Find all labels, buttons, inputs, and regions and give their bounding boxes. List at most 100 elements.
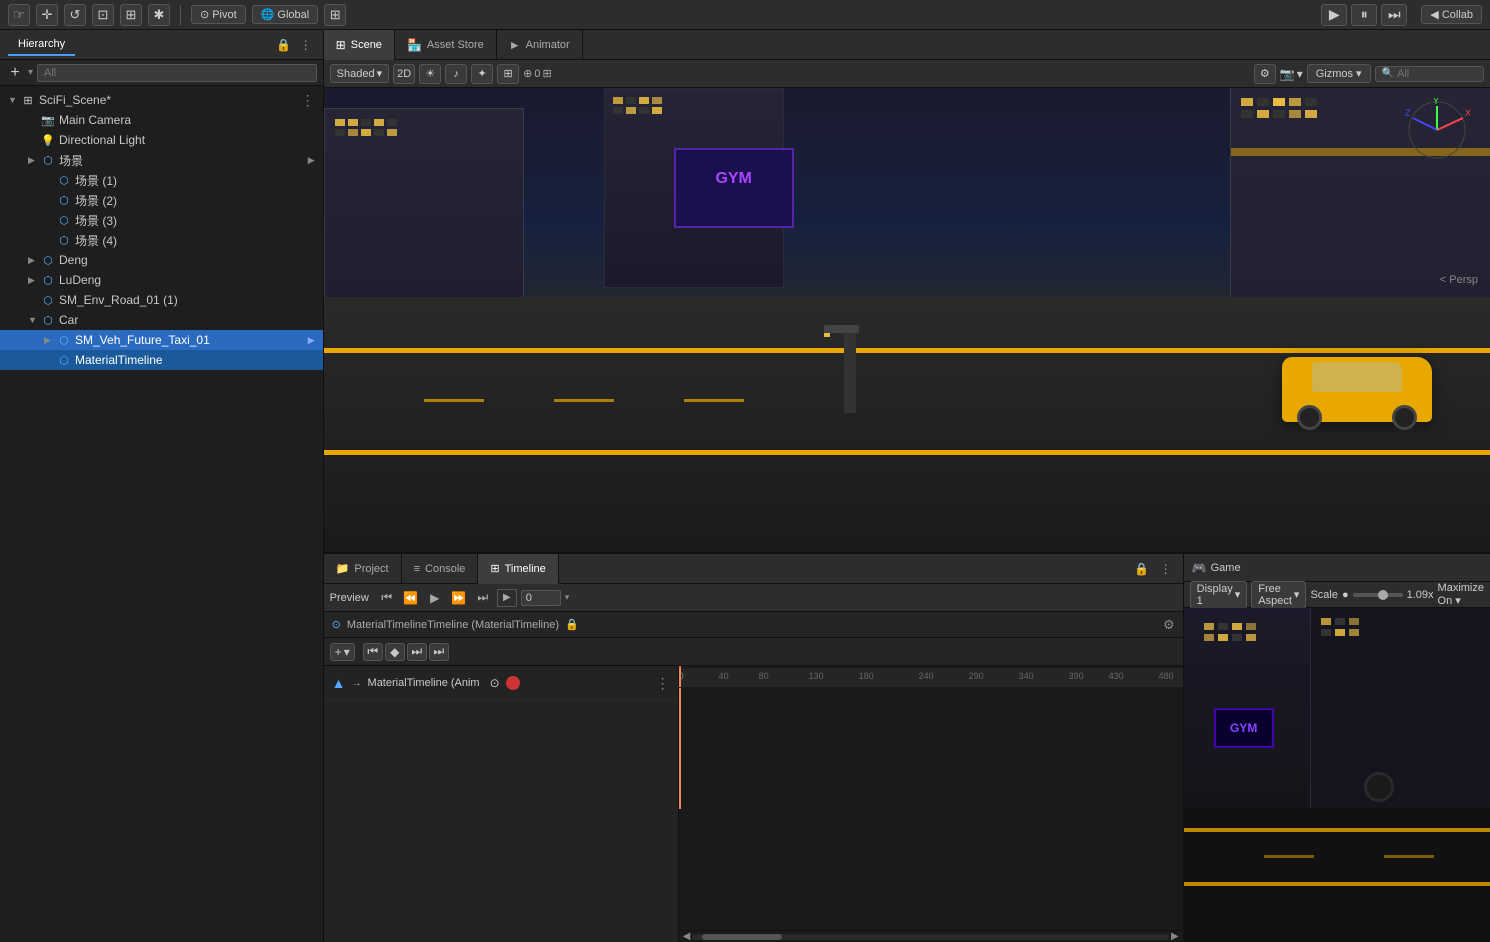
tree-item-scifi-scene[interactable]: ▼ ⊞ SciFi_Scene* ⋮ [0, 90, 323, 110]
gwin [1232, 623, 1242, 630]
tl-scroll-thumb[interactable] [702, 934, 782, 940]
camera-icon-scene: 📷 [1280, 67, 1295, 81]
tree-item-scene-5[interactable]: ▶ ⬡ 场景 (4) [0, 230, 323, 250]
tl-prev-key[interactable]: ⏮ [363, 643, 383, 661]
sm-env-label: SM_Env_Road_01 (1) [59, 293, 315, 307]
timeline-scrollbar[interactable]: ◀ ▶ [679, 930, 1183, 942]
global-button[interactable]: 🌐 Global [252, 5, 319, 24]
pivot-button[interactable]: ⊙ Pivot [191, 5, 246, 24]
tl-dropdown-arrow[interactable]: ▾ [565, 592, 570, 603]
search-icon: 🔍 [1382, 68, 1394, 79]
hierarchy-add-button[interactable]: + [6, 64, 24, 82]
scale-slider[interactable] [1353, 593, 1403, 597]
scale-thumb[interactable] [1378, 590, 1388, 600]
global-icon: 🌐 [261, 8, 275, 21]
display-dropdown[interactable]: Display 1 ▾ [1190, 581, 1248, 609]
grid-tool[interactable]: ⊞ [324, 4, 346, 26]
track-label-mat: ▲ → MaterialTimeline (Anim ⊙ ⋮ [324, 666, 678, 701]
track-record-btn[interactable] [506, 676, 520, 690]
scene-tab[interactable]: ⊞ Scene [324, 30, 395, 60]
track-context-menu[interactable]: ⋮ [656, 675, 670, 692]
project-tab[interactable]: 📁 Project [324, 554, 402, 584]
tree-item-scene-2[interactable]: ▶ ⬡ 场景 (1) [0, 170, 323, 190]
scale-tool[interactable]: ⊡ [92, 4, 114, 26]
transform-tool[interactable]: ✱ [148, 4, 170, 26]
tree-item-sm-env[interactable]: ▶ ⬡ SM_Env_Road_01 (1) [0, 290, 323, 310]
tree-item-car[interactable]: ▼ ⬡ Car [0, 310, 323, 330]
tree-item-scene-4[interactable]: ▶ ⬡ 场景 (3) [0, 210, 323, 230]
tl-scroll-left[interactable]: ◀ [681, 931, 693, 942]
play-button[interactable]: ▶ [1321, 4, 1347, 26]
tl-scroll-track[interactable] [692, 934, 1169, 940]
console-tab[interactable]: ≡ Console [402, 554, 479, 584]
scene-grid-btn[interactable]: ⊞ [497, 64, 519, 84]
scene-search: 🔍 [1375, 66, 1484, 82]
timeline-ruler[interactable]: 0 40 80 130 180 240 290 340 390 430 480 [679, 668, 1183, 688]
tree-item-sm-veh[interactable]: ▶ ⬡ SM_Veh_Future_Taxi_01 ▶ [0, 330, 323, 350]
svg-text:Z: Z [1405, 108, 1411, 118]
tl-next-key[interactable]: ⏭ [407, 643, 427, 661]
filepath-gear-icon[interactable]: ⚙ [1163, 617, 1175, 633]
tl-next-btn[interactable]: ⏩ [449, 589, 469, 607]
scifi-scene-label: SciFi_Scene* [39, 93, 301, 107]
scifi-scene-menu[interactable]: ⋮ [301, 92, 315, 109]
tl-record-mode-btn[interactable]: ▶ [497, 589, 517, 607]
shading-dropdown[interactable]: Shaded ▾ [330, 64, 389, 83]
aspect-dropdown[interactable]: Free Aspect ▾ [1251, 581, 1306, 609]
window [639, 107, 649, 114]
game-dash-1 [1264, 855, 1314, 858]
timeline-lock-icon[interactable]: 🔒 [1133, 560, 1151, 578]
tree-item-dir-light[interactable]: ▶ 💡 Directional Light [0, 130, 323, 150]
scene-fx-btn[interactable]: ✦ [471, 64, 493, 84]
tl-prev-btn[interactable]: ⏪ [401, 589, 421, 607]
tl-end-key[interactable]: ⏭ [429, 643, 449, 661]
timeline-menu-icon[interactable]: ⋮ [1157, 560, 1175, 578]
collab-label: ◀ Collab [1430, 8, 1473, 21]
search-dropdown[interactable]: ▾ [28, 67, 33, 78]
gwin-r [1335, 618, 1345, 625]
timeline-preview-controls: Preview ⏮ ⏪ ▶ ⏩ ⏭ ▶ ▾ [324, 584, 1183, 612]
tree-item-deng[interactable]: ▶ ⬡ Deng [0, 250, 323, 270]
tree-item-main-camera[interactable]: ▶ 📷 Main Camera [0, 110, 323, 130]
tick-40: 40 [719, 671, 729, 681]
move-tool[interactable]: ✛ [36, 4, 58, 26]
scene-lighting-btn[interactable]: ☀ [419, 64, 441, 84]
collab-button[interactable]: ◀ Collab [1421, 5, 1482, 24]
window [652, 107, 662, 114]
maximize-arrow: ▾ [1455, 595, 1461, 607]
rotate-tool[interactable]: ↺ [64, 4, 86, 26]
scene-search-input[interactable] [1397, 68, 1477, 80]
tl-scroll-right[interactable]: ▶ [1169, 931, 1181, 942]
maximize-btn[interactable]: Maximize On ▾ [1438, 582, 1484, 607]
pause-button[interactable]: ⏸ [1351, 4, 1377, 26]
game-tab[interactable]: 🎮 Game [1192, 561, 1241, 575]
tl-time-input[interactable] [521, 590, 561, 606]
mode-2d-btn[interactable]: 2D [393, 64, 415, 84]
rect-tool[interactable]: ⊞ [120, 4, 142, 26]
gizmos-btn[interactable]: Gizmos ▾ [1307, 64, 1371, 83]
tree-item-scene-1[interactable]: ▶ ⬡ 场景 ▶ [0, 150, 323, 170]
hand-tool[interactable]: ☞ [8, 4, 30, 26]
scene-audio-btn[interactable]: ♪ [445, 64, 467, 84]
animator-tab[interactable]: ► Animator [497, 30, 583, 60]
tl-skip-fwd-btn[interactable]: ⏭ [473, 589, 493, 607]
tree-item-material-timeline[interactable]: ▶ ⬡ MaterialTimeline [0, 350, 323, 370]
scene-camera-dropdown[interactable]: 📷 ▾ [1280, 67, 1303, 81]
step-button[interactable]: ⏭ [1381, 4, 1407, 26]
hierarchy-tab[interactable]: Hierarchy [8, 34, 75, 56]
hierarchy-lock-icon[interactable]: 🔒 [275, 36, 293, 54]
sep1 [180, 5, 181, 25]
tree-item-ludeng[interactable]: ▶ ⬡ LuDeng [0, 270, 323, 290]
asset-store-tab[interactable]: 🏪 Asset Store [395, 30, 497, 60]
hierarchy-search-input[interactable] [37, 64, 317, 82]
tl-skip-back-btn[interactable]: ⏮ [377, 589, 397, 607]
tl-play-btn[interactable]: ▶ [425, 589, 445, 607]
tl-add-track[interactable]: + ▾ [330, 643, 355, 661]
play-controls: ▶ ⏸ ⏭ [1321, 4, 1407, 26]
tree-item-scene-3[interactable]: ▶ ⬡ 场景 (2) [0, 190, 323, 210]
hierarchy-menu-icon[interactable]: ⋮ [297, 36, 315, 54]
scene-settings-icon[interactable]: ⚙ [1254, 64, 1276, 84]
animator-icon: ► [509, 38, 521, 52]
timeline-tab[interactable]: ⊞ Timeline [478, 554, 558, 584]
tl-add-key[interactable]: ◆ [385, 643, 405, 661]
